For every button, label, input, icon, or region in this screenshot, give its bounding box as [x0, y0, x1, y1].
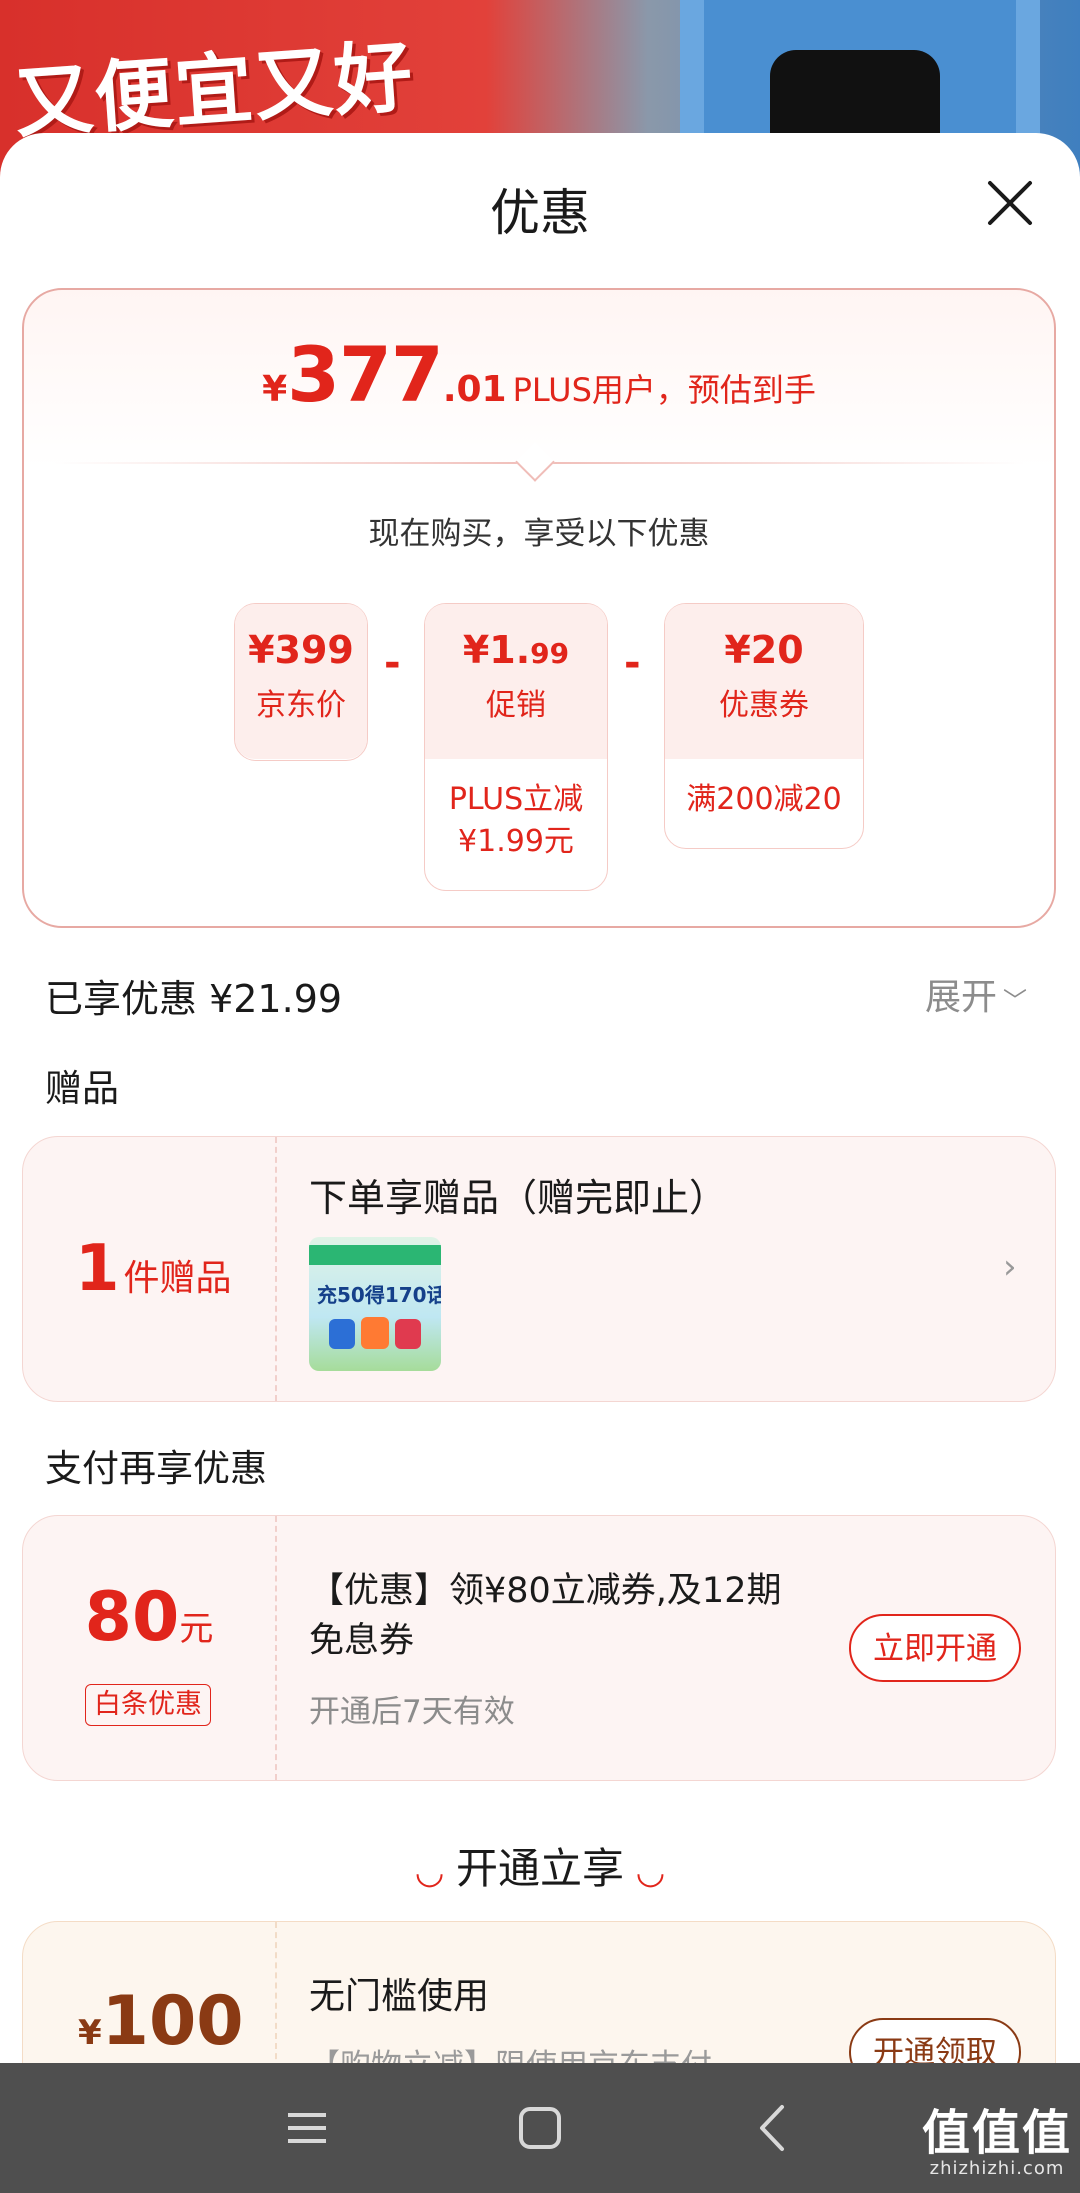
expand-button[interactable]: 展开 ﹀ — [925, 968, 1027, 1020]
coupon-amount: ¥100 — [78, 1982, 244, 2061]
chip-amount: ¥20 — [724, 628, 804, 672]
chip-label: 优惠券 — [719, 688, 809, 723]
smile-icon: ◡ — [637, 1852, 664, 1892]
recent-apps-button[interactable] — [272, 2093, 342, 2163]
back-button[interactable] — [738, 2093, 808, 2163]
estimated-price-label: PLUS用户，预估到手 — [512, 371, 816, 409]
baitiao-coupon-card: 80元 白条优惠 【优惠】领¥80立减券,及12期免息券 开通后7天有效 立即开… — [22, 1515, 1056, 1781]
smile-icon: ◡ — [416, 1852, 443, 1892]
estimated-price-integer: 377 — [287, 330, 444, 419]
back-icon — [760, 2105, 784, 2151]
claim-button[interactable]: 开通领取 — [849, 2018, 1021, 2063]
coupon-amount: 80元 — [84, 1578, 214, 1657]
watermark: 值值值 zhizhizhi.com — [922, 2105, 1073, 2179]
gift-description: 下单享赠品（赠完即止） — [309, 1176, 728, 1220]
estimated-price: ¥377.01 PLUS用户，预估到手 — [262, 330, 816, 419]
gift-count: 1 件赠品 — [75, 1232, 232, 1306]
plus-coupon-card: ¥100 无门槛使用 【购物立减】限使用京东支付 开通领取 — [22, 1921, 1056, 2063]
chip-detail: 满200减20 — [686, 782, 842, 817]
chip-promotion: ¥1.99 促销 PLUS立减 ¥1.99元 — [424, 603, 608, 891]
sheet-title: 优惠 — [490, 184, 590, 242]
coupon-tag: 白条优惠 — [85, 1684, 211, 1726]
coupon-condition: 【购物立减】限使用京东支付 — [309, 2040, 712, 2063]
discount-sheet: 优惠 ¥377.01 PLUS用户，预估到手 现在购买，享受以下优惠 ¥399 京… — [0, 133, 1080, 2063]
minus-sign: - — [624, 640, 641, 686]
coupon-description: 无门槛使用 — [309, 1976, 490, 2017]
activate-button[interactable]: 立即开通 — [849, 1614, 1021, 1682]
home-button[interactable] — [505, 2093, 575, 2163]
chip-label: 促销 — [486, 688, 546, 723]
chevron-right-icon[interactable]: › — [1003, 1247, 1017, 1287]
chip-detail: PLUS立减 ¥1.99元 — [448, 782, 584, 859]
gift-card[interactable]: 1件赠品 下单享赠品（赠完即止） 充50得170话费 › — [22, 1136, 1056, 1402]
chip-jd-price: ¥399 京东价 — [234, 603, 368, 761]
chip-coupon: ¥20 优惠券 满200减20 — [664, 603, 864, 849]
chip-label: 京东价 — [256, 688, 346, 723]
chip-amount: ¥1.99 — [462, 628, 570, 672]
minus-sign: - — [384, 640, 401, 686]
estimated-price-decimal: .01 — [442, 369, 507, 410]
coupon-description: 【优惠】领¥80立减券,及12期免息券 — [309, 1571, 782, 1661]
menu-icon — [288, 2113, 326, 2143]
open-section-title: ◡ 开通立享 ◡ — [416, 1844, 664, 1893]
enjoyed-discount: 已享优惠 ¥21.99 — [45, 977, 343, 1021]
gift-section-title: 赠品 — [45, 1067, 119, 1110]
close-icon — [988, 181, 1032, 225]
price-breakdown-card: ¥377.01 PLUS用户，预估到手 现在购买，享受以下优惠 ¥399 京东价 … — [22, 288, 1056, 928]
system-navigation-bar — [0, 2063, 1080, 2193]
divider-notch — [515, 442, 555, 482]
chevron-down-icon: ﹀ — [1003, 987, 1028, 1015]
close-button[interactable] — [980, 173, 1040, 233]
chip-amount: ¥399 — [248, 628, 354, 672]
pay-section-title: 支付再享优惠 — [45, 1447, 267, 1490]
coupon-validity: 开通后7天有效 — [309, 1694, 515, 1730]
breakdown-intro: 现在购买，享受以下优惠 — [368, 516, 710, 552]
gift-image: 充50得170话费 — [309, 1237, 441, 1371]
home-icon — [519, 2107, 561, 2149]
